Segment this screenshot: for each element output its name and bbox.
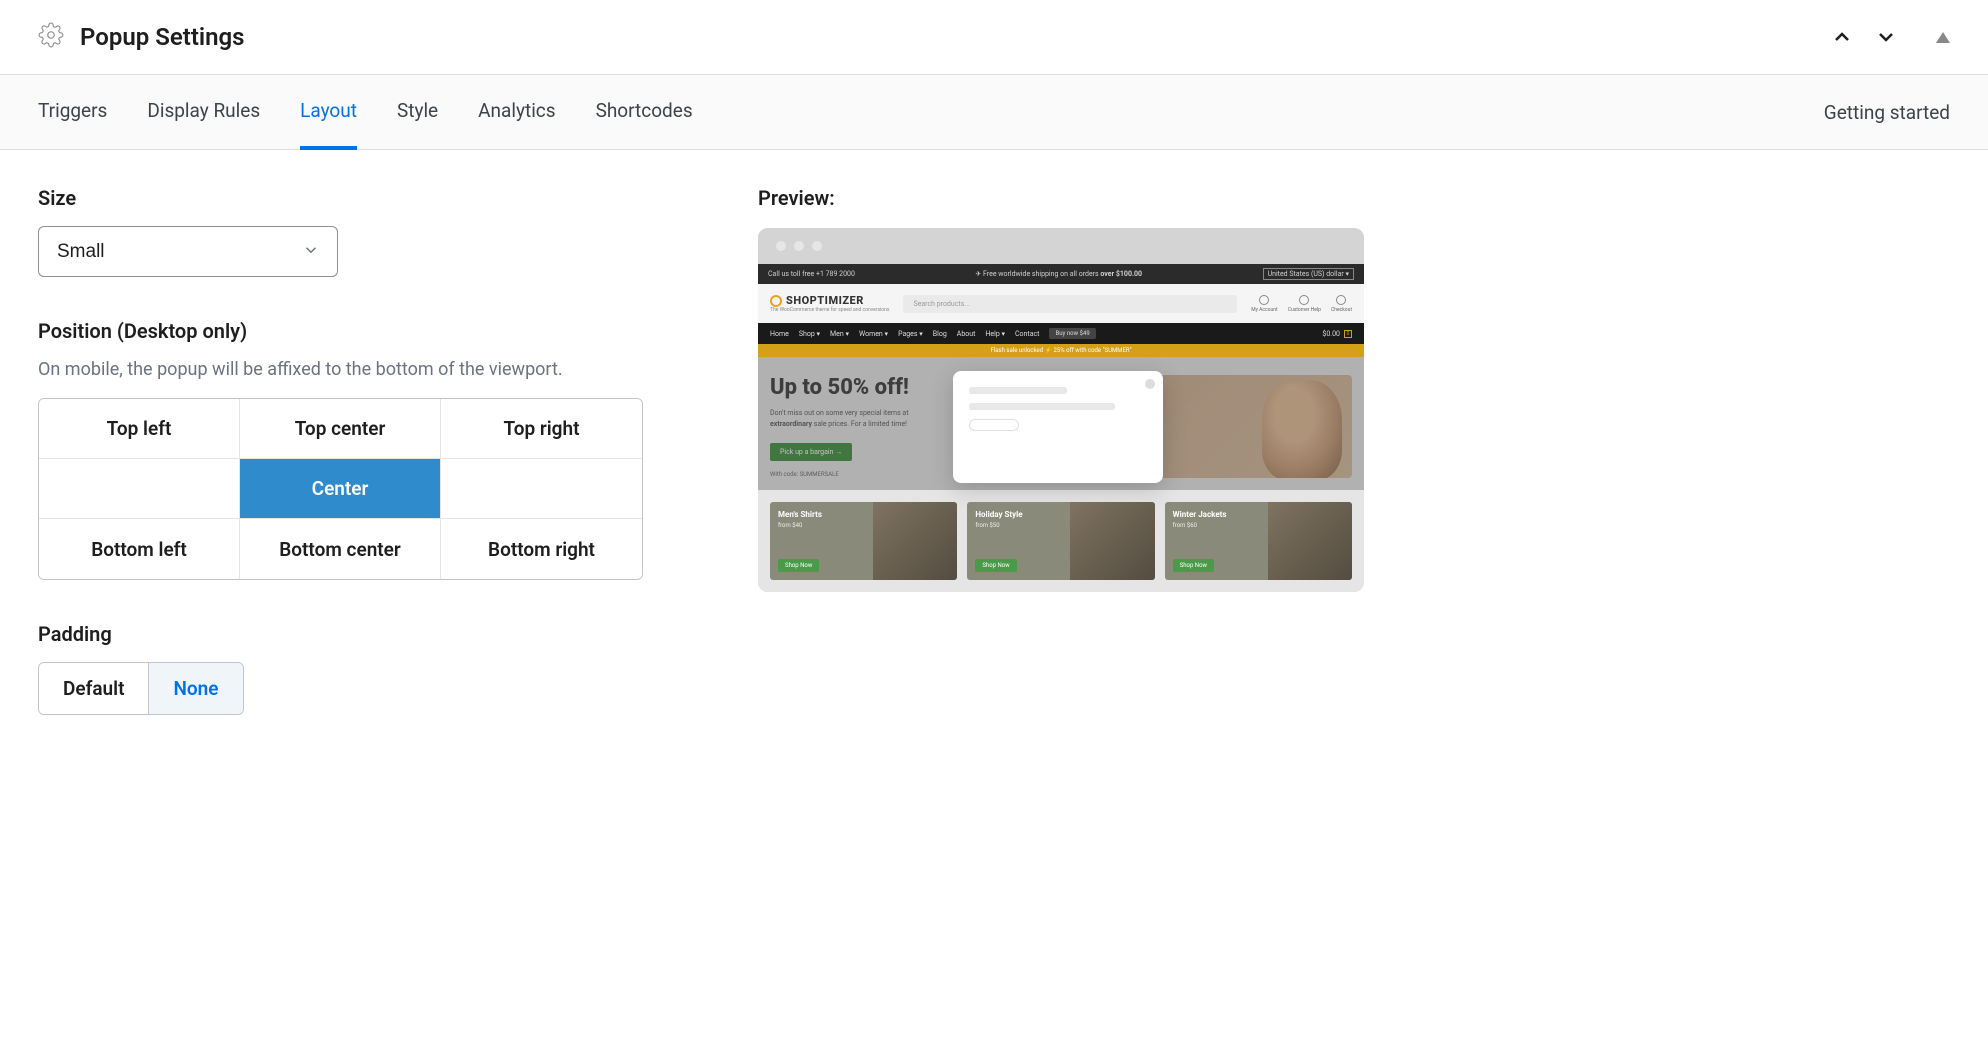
size-select[interactable]: Small [38,226,338,277]
browser-bar [758,228,1364,264]
chevron-down-icon [1874,25,1898,49]
card-title: Holiday Style [975,510,1146,519]
tab-display-rules[interactable]: Display Rules [147,75,260,150]
getting-started-link[interactable]: Getting started [1824,101,1950,124]
padding-label: Padding [38,622,678,646]
card-button: Shop Now [778,559,819,572]
position-grid: Top left Top center Top right Center Bot… [38,398,643,580]
nav-item: Blog [933,330,947,338]
position-bottom-right[interactable]: Bottom right [441,519,642,579]
padding-none[interactable]: None [149,663,242,714]
card-title: Winter Jackets [1173,510,1344,519]
preview-hero: Up to 50% off! Don't miss out on some ve… [758,357,1364,490]
promo-card: Holiday Style from $50 Shop Now [967,502,1154,580]
panel-title: Popup Settings [80,23,245,51]
tab-analytics[interactable]: Analytics [478,75,555,150]
customer-help-icon: Customer Help [1288,295,1321,313]
window-dot-icon [794,241,804,251]
window-dot-icon [812,241,822,251]
checkout-icon: Checkout [1331,295,1352,313]
popup-preview [953,371,1163,483]
cart-count-badge: 0 [1344,330,1352,338]
brand-logo: SHOPTIMIZER [770,294,889,307]
toggle-triangle-icon[interactable] [1936,32,1950,43]
tab-shortcodes[interactable]: Shortcodes [596,75,693,150]
size-label: Size [38,186,678,210]
flash-sale-bar: Flash sale unlocked ⚡ 25% off with code … [758,344,1364,357]
preview-navbar: Home Shop ▾ Men ▾ Women ▾ Pages ▾ Blog A… [758,323,1364,344]
position-top-right[interactable]: Top right [441,399,642,459]
chevron-up-icon [1830,25,1854,49]
tab-triggers[interactable]: Triggers [38,75,107,150]
position-top-center[interactable]: Top center [240,399,441,459]
nav-item: Home [770,330,789,338]
nav-item: Shop ▾ [799,330,820,338]
logo-icon [770,295,782,307]
collapse-up-button[interactable] [1828,23,1856,51]
nav-item: Help ▾ [985,330,1005,338]
nav-item: Men ▾ [830,330,849,338]
preview-site: Call us toll free +1 789 2000 ✈ Free wor… [758,264,1364,592]
position-top-left[interactable]: Top left [39,399,240,459]
position-bottom-left[interactable]: Bottom left [39,519,240,579]
preview-topbar: Call us toll free +1 789 2000 ✈ Free wor… [758,264,1364,284]
position-help: On mobile, the popup will be affixed to … [38,359,678,380]
placeholder-button [969,419,1019,431]
currency-selector: United States (US) dollar ▾ [1263,268,1354,280]
placeholder-line [969,403,1115,410]
close-icon [1145,379,1155,389]
position-empty [441,459,642,519]
padding-default[interactable]: Default [39,663,149,714]
promo-card: Men's Shirts from $40 Shop Now [770,502,957,580]
panel-header: Popup Settings [0,0,1988,75]
window-dot-icon [776,241,786,251]
position-empty [39,459,240,519]
card-title: Men's Shirts [778,510,949,519]
preview-frame: Call us toll free +1 789 2000 ✈ Free wor… [758,228,1364,592]
tab-style[interactable]: Style [397,75,438,150]
placeholder-line [969,387,1067,394]
preview-search: Search products... [903,295,1237,313]
hero-subtitle: Don't miss out on some very special item… [770,408,950,429]
nav-item: About [957,330,976,338]
position-center[interactable]: Center [240,459,441,519]
position-bottom-center[interactable]: Bottom center [240,519,441,579]
tabs-bar: Triggers Display Rules Layout Style Anal… [0,75,1988,150]
topbar-phone: Call us toll free +1 789 2000 [768,270,855,278]
card-price: from $60 [1173,522,1344,529]
position-label: Position (Desktop only) [38,319,678,343]
promo-card: Winter Jackets from $60 Shop Now [1165,502,1352,580]
cart-total: $0.000 [1322,330,1352,338]
gear-icon [38,22,64,52]
brand-tagline: The WooCommerce theme for speed and conv… [770,307,889,313]
card-price: from $40 [778,522,949,529]
topbar-shipping: ✈ Free worldwide shipping on all orders … [975,270,1142,278]
card-price: from $50 [975,522,1146,529]
preview-site-header: SHOPTIMIZER The WooCommerce theme for sp… [758,284,1364,323]
card-button: Shop Now [975,559,1016,572]
nav-item: Pages ▾ [898,330,923,338]
collapse-down-button[interactable] [1872,23,1900,51]
nav-item: Women ▾ [859,330,888,338]
my-account-icon: My Account [1251,295,1277,313]
preview-label: Preview: [758,186,1950,210]
buy-now-badge: Buy now $49 [1049,328,1095,339]
card-button: Shop Now [1173,559,1214,572]
preview-cards: Men's Shirts from $40 Shop Now Holiday S… [758,490,1364,592]
padding-group: Default None [38,662,244,715]
nav-item: Contact [1015,330,1039,338]
hero-cta-button: Pick up a bargain → [770,443,852,461]
tab-layout[interactable]: Layout [300,75,357,150]
